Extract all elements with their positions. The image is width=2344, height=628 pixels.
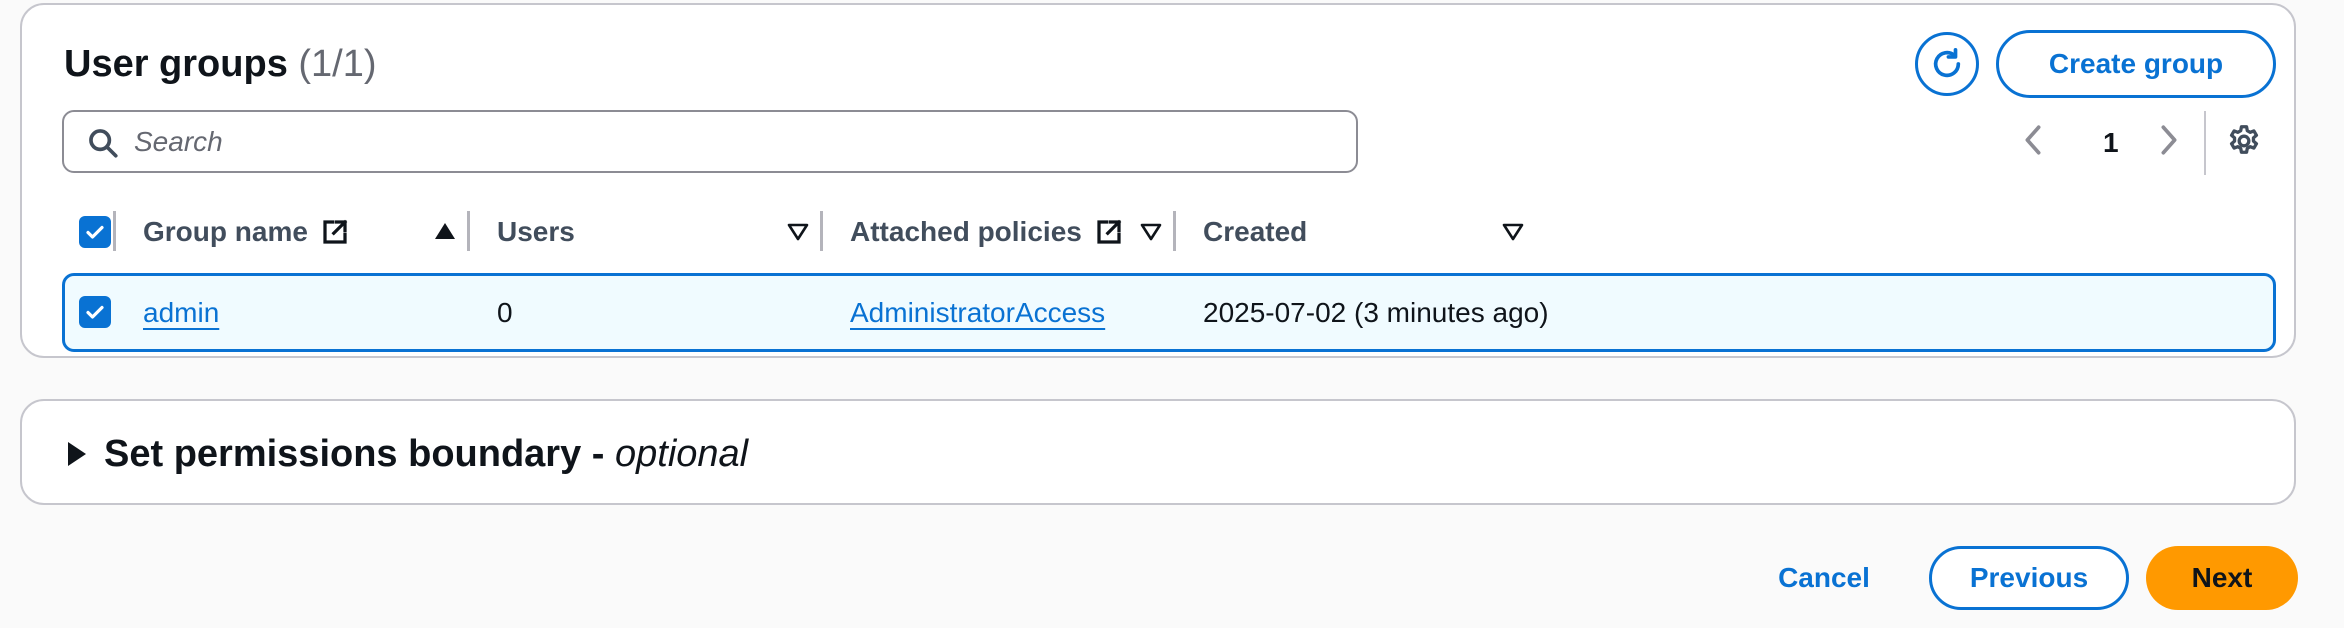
column-header-attached-policies[interactable]: Attached policies [850,205,1124,259]
external-link-icon [1097,219,1122,244]
user-groups-panel: User groups (1/1) Create group 1 Group [20,3,2296,358]
check-icon [86,225,104,239]
select-all-checkbox[interactable] [79,216,111,248]
refresh-icon [1933,47,1961,78]
previous-button[interactable]: Previous [1929,546,2129,610]
page-title: User groups (1/1) [64,43,377,86]
sort-icon[interactable] [1140,223,1162,241]
title-text: User groups [64,43,288,85]
caret-right-icon [68,442,86,466]
column-header-group-name[interactable]: Group name [143,205,350,259]
sort-ascending-icon[interactable] [434,222,456,240]
policy-link[interactable]: AdministratorAccess [850,297,1105,329]
check-icon [86,305,104,319]
cancel-button[interactable]: Cancel [1760,546,1888,610]
pager-divider [2204,111,2206,175]
group-name-link[interactable]: admin [143,297,219,329]
boundary-optional-label: optional [615,432,749,475]
sort-icon[interactable] [1502,223,1524,241]
page-number[interactable]: 1 [2103,127,2119,159]
boundary-label: Set permissions boundary - [104,432,605,475]
column-header-created[interactable]: Created [1203,205,1307,259]
create-group-button[interactable]: Create group [1996,30,2276,98]
column-separator [113,211,116,251]
next-button[interactable]: Next [2146,546,2298,610]
column-separator [1173,211,1176,251]
permissions-boundary-toggle[interactable]: Set permissions boundary - optional [22,401,748,507]
search-input[interactable] [134,122,1334,162]
table-row[interactable]: admin 0 AdministratorAccess 2025-07-02 (… [62,273,2276,352]
search-box [62,110,1358,173]
permissions-boundary-panel: Set permissions boundary - optional [20,399,2296,505]
created-date: 2025-07-02 (3 minutes ago) [1203,296,1549,328]
previous-page-icon[interactable] [2018,123,2048,157]
sort-icon[interactable] [787,223,809,241]
search-icon [89,129,118,158]
table-header: Group name Users Attached policies Creat… [62,205,2276,259]
column-header-users[interactable]: Users [497,205,575,259]
column-separator [820,211,823,251]
refresh-button[interactable] [1915,32,1979,96]
users-count: 0 [497,296,513,328]
gear-icon[interactable] [2226,123,2262,159]
title-count: (1/1) [298,43,377,85]
column-label: Attached policies [850,216,1082,247]
column-separator [467,211,470,251]
row-checkbox[interactable] [79,296,111,328]
column-label: Group name [143,216,308,247]
next-page-icon[interactable] [2154,123,2184,157]
external-link-icon [323,219,348,244]
